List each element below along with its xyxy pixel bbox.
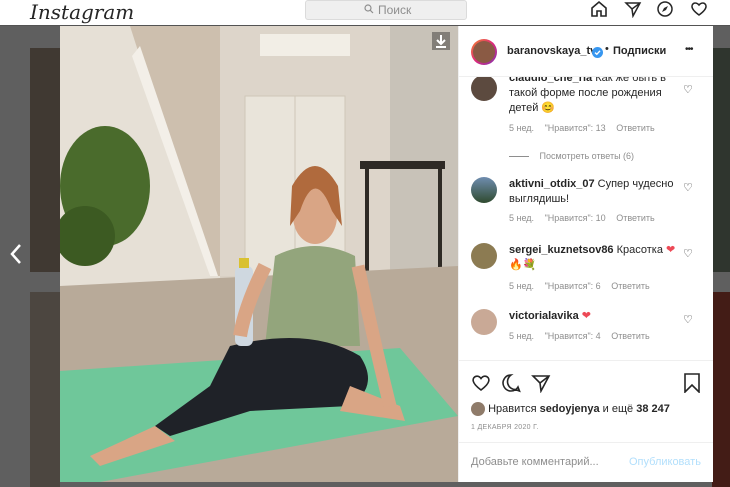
- reply-button[interactable]: Ответить: [616, 213, 654, 223]
- likes-prefix: Нравится: [488, 402, 537, 415]
- likes-count[interactable]: 38 247: [636, 403, 670, 415]
- comment-meta: 5 нед. "Нравится": 4 Ответить: [509, 331, 658, 341]
- home-icon[interactable]: [590, 0, 608, 23]
- likes-user[interactable]: sedoyjenya: [540, 403, 600, 415]
- save-bookmark-icon[interactable]: [683, 373, 701, 398]
- avatar[interactable]: [471, 243, 497, 269]
- post-date[interactable]: 1 ДЕКАБРЯ 2020 Г.: [471, 424, 539, 431]
- emoji: 😊: [541, 102, 556, 114]
- comment-time[interactable]: 5 нед.: [509, 213, 534, 223]
- search-input[interactable]: Поиск: [305, 0, 467, 20]
- comment-username[interactable]: sergei_kuznetsov86: [509, 244, 614, 256]
- like-heart-icon[interactable]: [471, 373, 491, 398]
- post-header: baranovskaya_tv • Подписки •••: [459, 26, 713, 77]
- comment-meta: 5 нед. "Нравится": 6 Ответить: [509, 281, 658, 291]
- replies-divider: [509, 156, 529, 158]
- comment-item: sergei_kuznetsov86 Красотка ❤ 🔥💐 5 нед. …: [459, 241, 713, 301]
- comment-item: aktivni_otdix_07 Супер чудесно выглядишь…: [459, 175, 713, 235]
- comment-username[interactable]: victorialavika: [509, 310, 579, 322]
- post-photo[interactable]: [60, 26, 458, 482]
- post-modal: baranovskaya_tv • Подписки ••• claudio_c…: [60, 26, 713, 482]
- comment-meta: 5 нед. "Нравится": 10 Ответить: [509, 213, 663, 223]
- comment-text: victorialavika ❤: [509, 309, 689, 324]
- comment-username[interactable]: aktivni_otdix_07: [509, 178, 595, 190]
- like-comment-heart-icon[interactable]: ♡: [683, 247, 693, 260]
- comment-input[interactable]: Добавьте комментарий...: [471, 456, 599, 468]
- comment-likes[interactable]: "Нравится": 4: [545, 331, 601, 341]
- post-sidebar: baranovskaya_tv • Подписки ••• claudio_c…: [458, 26, 713, 482]
- publish-button[interactable]: Опубликовать: [629, 456, 701, 468]
- comment-username[interactable]: claudio_che_ria: [509, 77, 592, 84]
- verified-badge-icon: [592, 45, 603, 63]
- avatar[interactable]: [471, 309, 497, 335]
- reply-button[interactable]: Ответить: [616, 123, 654, 133]
- comment-likes[interactable]: "Нравится": 6: [545, 281, 601, 291]
- likes-and: и ещё: [602, 402, 634, 415]
- view-replies-button[interactable]: Посмотреть ответы (6): [540, 151, 635, 161]
- comment-text: claudio_che_ria Как же быть в такой форм…: [509, 77, 689, 116]
- comment-item: claudio_che_ria Как же быть в такой форм…: [459, 77, 713, 137]
- search-placeholder: Поиск: [378, 3, 412, 17]
- explore-icon[interactable]: [656, 0, 674, 23]
- previous-post-arrow-icon[interactable]: [9, 243, 23, 271]
- comment-likes[interactable]: "Нравится": 13: [545, 123, 606, 133]
- comment-meta: 5 нед. "Нравится": 13 Ответить: [509, 123, 663, 133]
- comment-body: Красотка: [616, 244, 663, 256]
- search-icon: [364, 4, 374, 14]
- comments-list: claudio_che_ria Как же быть в такой форм…: [459, 77, 713, 360]
- top-navigation-bar: Instagram Поиск: [0, 0, 730, 26]
- heart-emoji: ❤: [666, 244, 676, 256]
- reply-button[interactable]: Ответить: [611, 331, 649, 341]
- like-comment-heart-icon[interactable]: ♡: [683, 181, 693, 194]
- comment-likes[interactable]: "Нравится": 10: [545, 213, 606, 223]
- like-comment-heart-icon[interactable]: ♡: [683, 313, 693, 326]
- instagram-logo[interactable]: Instagram: [30, 0, 134, 24]
- download-icon[interactable]: [432, 32, 450, 55]
- comment-time[interactable]: 5 нед.: [509, 331, 534, 341]
- activity-heart-icon[interactable]: [690, 0, 708, 23]
- post-username[interactable]: baranovskaya_tv: [507, 45, 596, 57]
- likes-summary: Нравится sedoyjenya и ещё 38 247: [471, 402, 670, 416]
- follow-button[interactable]: Подписки: [613, 45, 666, 57]
- separator-dot: •: [605, 43, 609, 55]
- avatar[interactable]: [471, 77, 497, 101]
- share-icon[interactable]: [531, 373, 551, 398]
- comment-time[interactable]: 5 нед.: [509, 123, 534, 133]
- comment-text: sergei_kuznetsov86 Красотка ❤ 🔥💐: [509, 243, 689, 273]
- reply-button[interactable]: Ответить: [611, 281, 649, 291]
- comment-time[interactable]: 5 нед.: [509, 281, 534, 291]
- avatar[interactable]: [471, 177, 497, 203]
- emoji: 🔥💐: [509, 259, 537, 271]
- more-options-icon[interactable]: •••: [685, 44, 693, 55]
- photo-illustration: [60, 26, 458, 482]
- avatar[interactable]: [471, 39, 497, 65]
- add-comment-form: Добавьте комментарий... Опубликовать: [459, 442, 713, 483]
- direct-icon[interactable]: [624, 0, 642, 23]
- heart-emoji: ❤: [581, 310, 591, 322]
- comment-icon[interactable]: [501, 373, 521, 398]
- comment-item: victorialavika ❤ 5 нед. "Нравится": 4 От…: [459, 307, 713, 359]
- comment-text: aktivni_otdix_07 Супер чудесно выглядишь…: [509, 177, 689, 207]
- view-replies-row[interactable]: Посмотреть ответы (6): [509, 151, 709, 161]
- avatar[interactable]: [471, 402, 485, 416]
- like-comment-heart-icon[interactable]: ♡: [683, 83, 693, 96]
